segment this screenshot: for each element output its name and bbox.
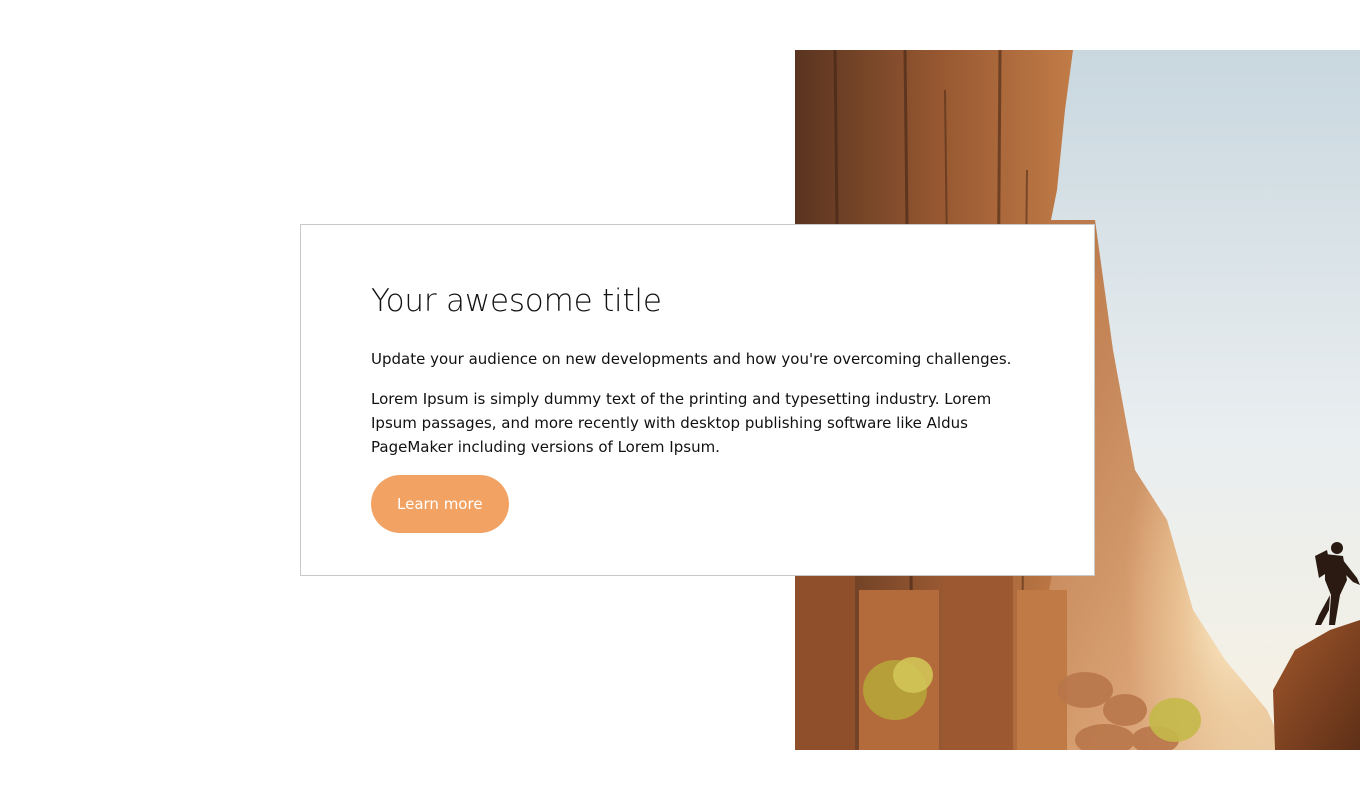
page: Your awesome title Update your audience …: [0, 0, 1360, 800]
card-content: Your awesome title Update your audience …: [371, 279, 1021, 533]
lower-pillars: [795, 570, 1067, 750]
card-title: Your awesome title: [371, 283, 662, 319]
content-card: Your awesome title Update your audience …: [300, 224, 1095, 576]
learn-more-button[interactable]: Learn more: [371, 475, 509, 533]
card-body-text: Lorem Ipsum is simply dummy text of the …: [371, 390, 992, 456]
card-subtitle: Update your audience on new developments…: [371, 350, 1012, 368]
